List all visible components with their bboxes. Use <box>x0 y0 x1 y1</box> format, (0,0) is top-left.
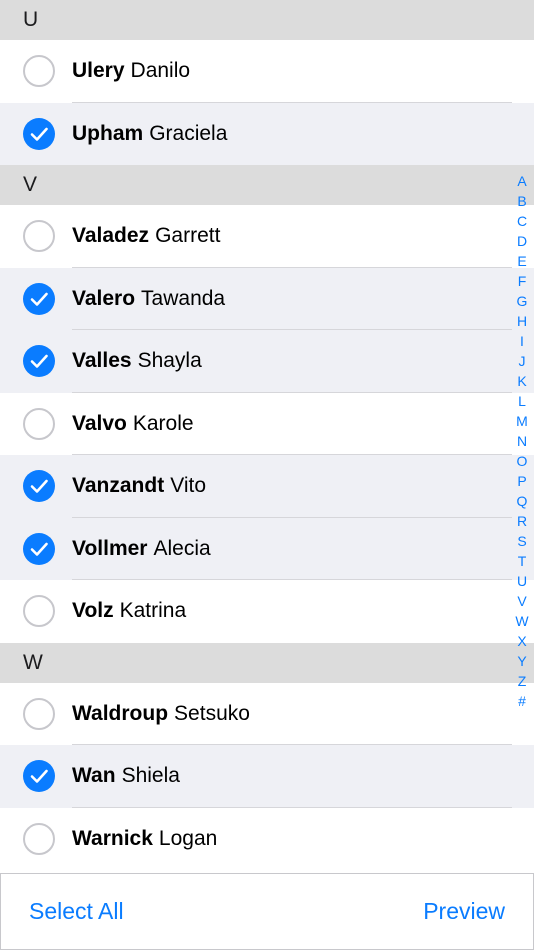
contact-name: Valles Shayla <box>72 349 202 373</box>
contact-row[interactable]: Upham Graciela <box>0 102 534 165</box>
contact-name: Valadez Garrett <box>72 224 220 248</box>
index-letter[interactable]: U <box>517 571 527 591</box>
contact-row[interactable]: Vollmer Alecia <box>0 517 534 580</box>
index-letter[interactable]: Y <box>517 651 526 671</box>
contact-name: Vanzandt Vito <box>72 474 206 498</box>
index-letter[interactable]: D <box>517 231 527 251</box>
contact-first-name: Logan <box>158 826 218 850</box>
contact-row[interactable]: Ulery Danilo <box>0 40 534 103</box>
contact-row[interactable]: Vanzandt Vito <box>0 455 534 518</box>
contact-name: Volz Katrina <box>72 599 186 623</box>
contact-first-name: Katrina <box>119 599 187 623</box>
index-letter[interactable]: A <box>517 171 526 191</box>
index-letter[interactable]: I <box>520 331 524 351</box>
bottom-toolbar: Select All Preview <box>0 873 534 950</box>
contact-last-name: Wan <box>72 764 116 788</box>
contact-first-name: Karole <box>132 411 194 435</box>
contact-row[interactable]: Valadez Garrett <box>0 205 534 268</box>
contact-last-name: Warnick <box>72 826 153 850</box>
checkmark-circle-filled-icon[interactable] <box>23 282 55 315</box>
index-letter[interactable]: M <box>516 411 528 431</box>
empty-circle-icon[interactable] <box>23 822 55 855</box>
index-letter[interactable]: E <box>517 251 526 271</box>
index-letter[interactable]: K <box>517 371 526 391</box>
index-letter[interactable]: C <box>517 211 527 231</box>
index-letter[interactable]: G <box>517 291 528 311</box>
index-letter[interactable]: J <box>519 351 526 371</box>
contact-row[interactable]: Valvo Karole <box>0 392 534 455</box>
index-letter[interactable]: F <box>518 271 527 291</box>
index-letter[interactable]: B <box>517 191 526 211</box>
contact-first-name: Shiela <box>121 764 180 788</box>
index-letter[interactable]: T <box>518 551 527 571</box>
contact-name: Wan Shiela <box>72 764 180 788</box>
index-letter[interactable]: V <box>517 591 526 611</box>
contact-row[interactable]: Wan Shiela <box>0 745 534 808</box>
contact-first-name: Danilo <box>130 59 191 83</box>
select-all-button[interactable]: Select All <box>29 874 124 948</box>
index-letter[interactable]: P <box>517 471 526 491</box>
index-letter[interactable]: Q <box>517 491 528 511</box>
empty-circle-icon[interactable] <box>23 697 55 730</box>
contact-last-name: Vollmer <box>72 536 148 560</box>
contact-row[interactable]: Waldroup Setsuko <box>0 682 534 745</box>
contact-first-name: Garrett <box>155 224 221 248</box>
contact-name: Waldroup Setsuko <box>72 702 250 726</box>
section-header-u: U <box>0 0 534 40</box>
contact-last-name: Valadez <box>72 224 150 248</box>
section-header-v: V <box>0 165 534 205</box>
contact-last-name: Vanzandt <box>72 474 165 498</box>
contact-row[interactable]: Volz Katrina <box>0 580 534 643</box>
contact-last-name: Valles <box>72 349 132 373</box>
index-letter[interactable]: S <box>517 531 526 551</box>
index-letter[interactable]: H <box>517 311 527 331</box>
contact-first-name: Graciela <box>149 121 228 145</box>
index-letter[interactable]: X <box>517 631 526 651</box>
index-letter[interactable]: Z <box>518 671 527 691</box>
contact-first-name: Shayla <box>137 349 202 373</box>
contact-first-name: Alecia <box>153 536 211 560</box>
index-letter[interactable]: R <box>517 511 527 531</box>
contact-last-name: Valvo <box>72 411 127 435</box>
contact-first-name: Vito <box>170 474 206 498</box>
checkmark-circle-filled-icon[interactable] <box>23 117 55 150</box>
contact-last-name: Ulery <box>72 59 125 83</box>
contact-name: Ulery Danilo <box>72 59 190 83</box>
contact-last-name: Volz <box>72 599 114 623</box>
index-letter[interactable]: N <box>517 431 527 451</box>
checkmark-circle-filled-icon[interactable] <box>23 345 55 378</box>
index-letter[interactable]: # <box>518 691 526 711</box>
preview-button[interactable]: Preview <box>423 874 505 948</box>
empty-circle-icon[interactable] <box>23 55 55 88</box>
contact-last-name: Upham <box>72 121 144 145</box>
contact-first-name: Tawanda <box>141 286 226 310</box>
checkmark-circle-filled-icon[interactable] <box>23 532 55 565</box>
empty-circle-icon[interactable] <box>23 595 55 628</box>
index-letter[interactable]: O <box>517 451 528 471</box>
empty-circle-icon[interactable] <box>23 220 55 253</box>
contact-first-name: Setsuko <box>174 701 250 725</box>
index-letter[interactable]: L <box>518 391 526 411</box>
contact-list[interactable]: U Ulery Danilo Upham Graciela V Valadez Garrett… <box>0 0 534 873</box>
contact-name: Upham Graciela <box>72 122 227 146</box>
contact-row[interactable]: Warnick Logan <box>0 807 534 870</box>
contact-last-name: Waldroup <box>72 701 169 725</box>
checkmark-circle-filled-icon[interactable] <box>23 470 55 503</box>
checkmark-circle-filled-icon[interactable] <box>23 760 55 793</box>
contact-name: Valero Tawanda <box>72 287 225 311</box>
index-letter[interactable]: W <box>515 611 528 631</box>
contact-name: Vollmer Alecia <box>72 537 211 561</box>
contact-name: Warnick Logan <box>72 827 217 851</box>
empty-circle-icon[interactable] <box>23 407 55 440</box>
section-header-w: W <box>0 642 534 683</box>
contact-last-name: Valero <box>72 286 136 310</box>
contact-row[interactable]: Valles Shayla <box>0 330 534 393</box>
contact-row[interactable]: Valero Tawanda <box>0 267 534 330</box>
section-index[interactable]: A B C D E F G H I J K L M N O P Q R S T U V W X Y Z # <box>510 171 534 711</box>
contact-name: Valvo Karole <box>72 412 194 436</box>
